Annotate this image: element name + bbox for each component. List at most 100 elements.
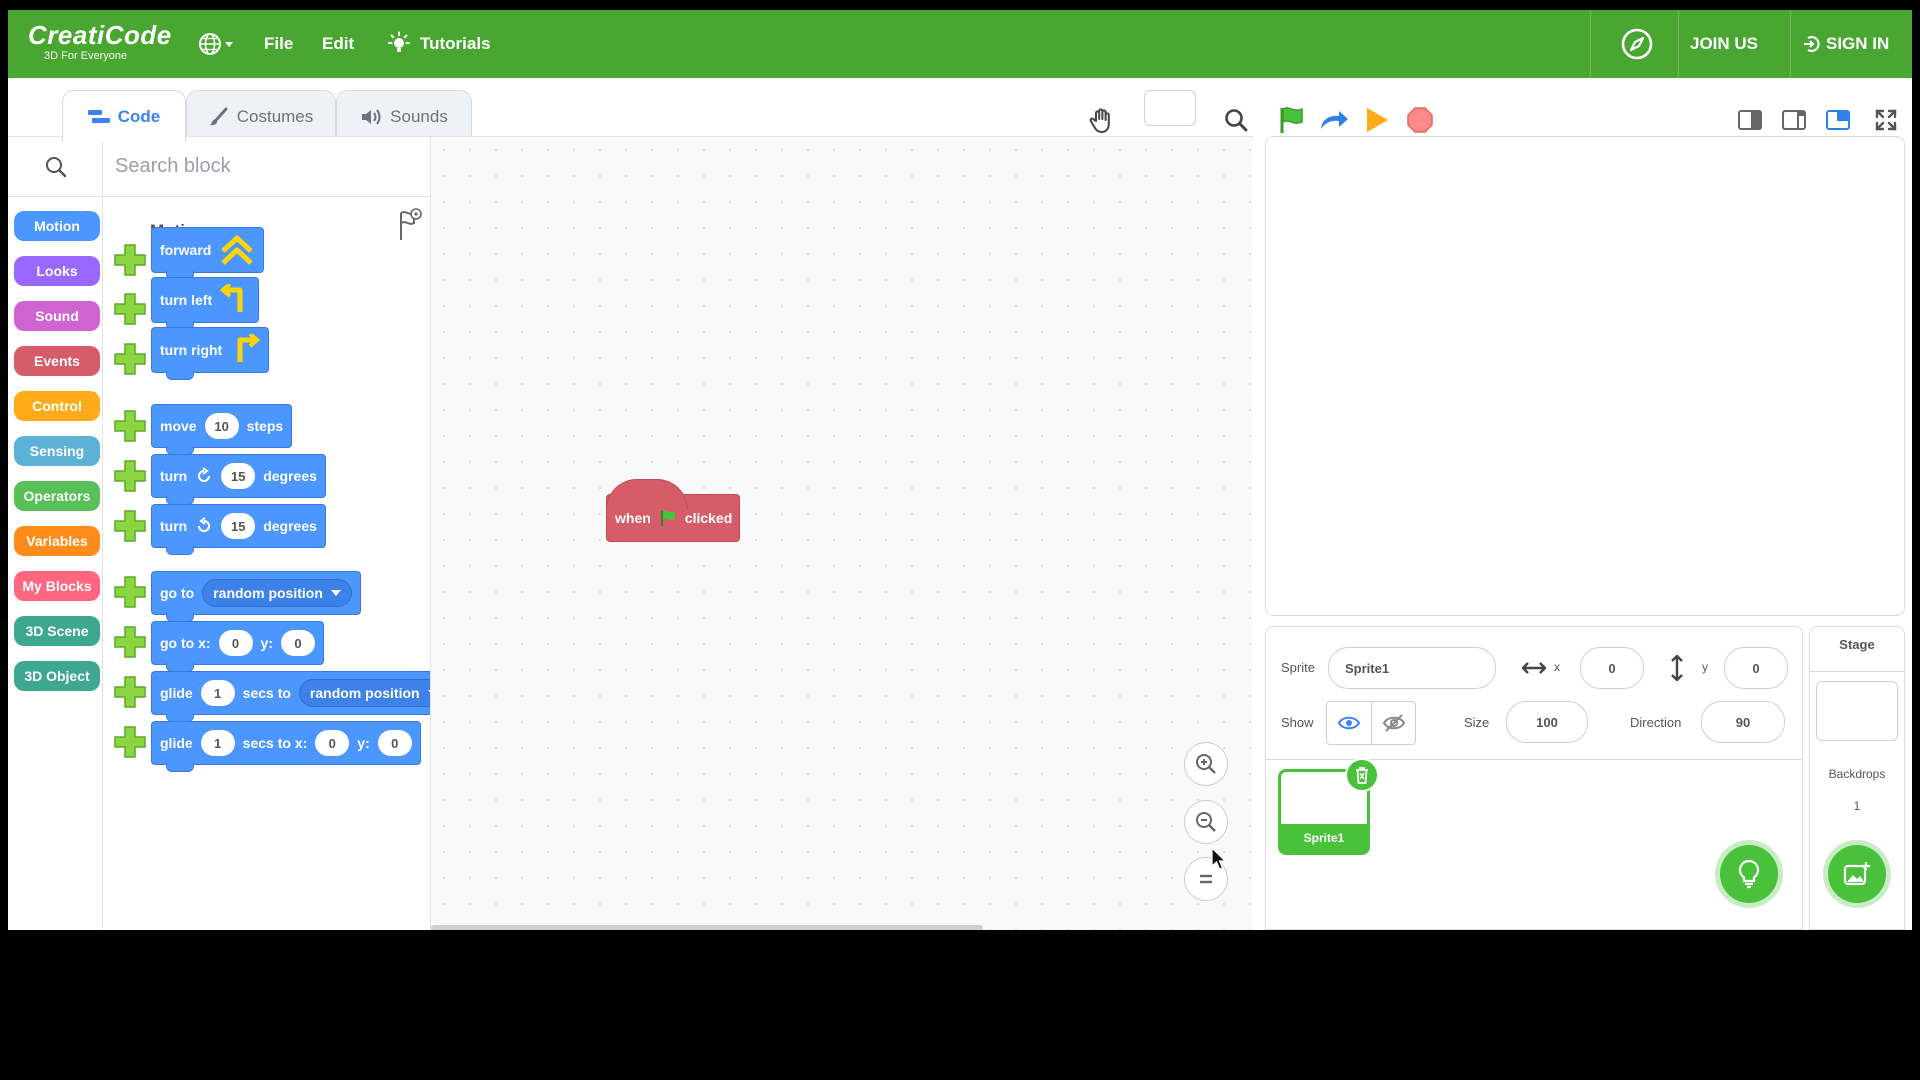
equals-icon — [1200, 874, 1212, 884]
fullscreen-icon — [1875, 109, 1897, 131]
block-search-input[interactable] — [103, 137, 430, 197]
fullscreen-button[interactable] — [1866, 100, 1906, 140]
show-sprite-button[interactable] — [1327, 702, 1372, 744]
block-go-to[interactable]: go to random position — [151, 571, 361, 622]
when-flag-clicked-block[interactable]: when clicked — [606, 479, 740, 542]
large-stage-layout-button[interactable] — [1818, 100, 1858, 140]
tab-costumes[interactable]: Costumes — [186, 90, 336, 142]
zoom-in-button[interactable] — [1184, 742, 1228, 786]
add-block-plus-icon[interactable] — [113, 725, 147, 759]
tab-code[interactable]: Code — [62, 90, 186, 142]
secs-input[interactable]: 1 — [200, 680, 235, 706]
steps-input[interactable]: 10 — [204, 413, 239, 439]
add-block-plus-icon[interactable] — [113, 292, 147, 326]
play-button[interactable] — [1357, 100, 1397, 140]
block-go-to-xy[interactable]: go to x: 0 y: 0 — [151, 621, 324, 672]
add-block-plus-icon[interactable] — [113, 675, 147, 709]
x-position-field[interactable]: 0 — [1580, 647, 1644, 689]
category-3d-scene[interactable]: 3D Scene — [14, 616, 100, 646]
redo-button[interactable] — [1314, 100, 1354, 140]
zoom-out-button[interactable] — [1184, 800, 1228, 844]
add-block-plus-icon[interactable] — [113, 575, 147, 609]
category-motion[interactable]: Motion — [14, 211, 100, 241]
add-block-plus-icon[interactable] — [113, 243, 147, 277]
add-sprite-button[interactable] — [1720, 845, 1778, 903]
category-my-blocks[interactable]: My Blocks — [14, 571, 100, 601]
explore-button[interactable] — [1620, 10, 1654, 78]
add-block-plus-icon[interactable] — [113, 625, 147, 659]
stage-thumbnail[interactable] — [1816, 681, 1898, 741]
add-block-plus-icon[interactable] — [113, 409, 147, 443]
green-flag-button[interactable] — [1272, 100, 1312, 140]
block-move-steps[interactable]: move 10 steps — [151, 404, 293, 455]
logo[interactable]: CreatiCode 3D For Everyone — [28, 22, 172, 62]
x-input[interactable]: 0 — [315, 730, 350, 756]
eye-icon — [1338, 716, 1360, 730]
add-block-plus-icon[interactable] — [113, 509, 147, 543]
dropdown-value: random position — [309, 685, 420, 701]
category-looks[interactable]: Looks — [14, 256, 100, 286]
block-forward[interactable]: forward — [151, 227, 265, 280]
stage-canvas[interactable] — [1265, 136, 1905, 616]
workspace-search-button[interactable] — [1216, 100, 1256, 140]
add-block-plus-icon[interactable] — [113, 342, 147, 376]
y-position-field[interactable]: 0 — [1724, 647, 1788, 689]
block-turn-clockwise[interactable]: turn 15 degrees — [151, 454, 326, 505]
pin-palette-button[interactable] — [393, 207, 423, 248]
add-block-plus-icon[interactable] — [113, 459, 147, 493]
degrees-input[interactable]: 15 — [221, 463, 256, 489]
position-dropdown[interactable]: random position — [202, 579, 352, 607]
script-workspace[interactable]: when clicked — [431, 136, 1253, 930]
turn-left-arrow-icon — [220, 284, 243, 312]
tutorials-menu[interactable]: Tutorials — [386, 10, 491, 78]
block-text: steps — [246, 418, 284, 434]
x-input[interactable]: 0 — [218, 630, 253, 656]
hide-sprite-button[interactable] — [1372, 702, 1416, 744]
file-menu[interactable]: File — [264, 10, 293, 78]
category-operators[interactable]: Operators — [14, 481, 100, 511]
position-dropdown[interactable]: random position — [298, 679, 430, 707]
stop-button[interactable] — [1400, 100, 1440, 140]
add-backdrop-button[interactable] — [1828, 845, 1886, 903]
block-glide-to-xy[interactable]: glide 1 secs to x: 0 y: 0 — [151, 721, 421, 772]
tab-sounds[interactable]: Sounds — [336, 90, 472, 142]
category-control[interactable]: Control — [14, 391, 100, 421]
category-events[interactable]: Events — [14, 346, 100, 376]
workspace-horizontal-scrollbar[interactable] — [431, 925, 983, 930]
pan-button[interactable] — [1082, 100, 1122, 140]
category-variables[interactable]: Variables — [14, 526, 100, 556]
degrees-input[interactable]: 15 — [221, 513, 256, 539]
block-turn-left[interactable]: turn left — [151, 277, 260, 330]
sprite-thumbnail-selected[interactable]: Sprite1 — [1278, 758, 1379, 855]
block-text: degrees — [263, 468, 317, 484]
normal-stage-layout-button[interactable] — [1774, 100, 1814, 140]
zoom-out-icon — [1196, 812, 1216, 832]
category-sound[interactable]: Sound — [14, 301, 100, 331]
top-menu-bar: CreatiCode 3D For Everyone File Edit Tut… — [8, 10, 1912, 78]
tab-sounds-label: Sounds — [390, 106, 448, 126]
block-turn-counterclockwise[interactable]: turn 15 degrees — [151, 504, 326, 555]
block-turn-right[interactable]: turn right — [151, 327, 270, 380]
delete-sprite-button[interactable] — [1345, 758, 1379, 792]
category-sensing[interactable]: Sensing — [14, 436, 100, 466]
palette-search-button[interactable] — [8, 137, 103, 197]
y-input[interactable]: 0 — [281, 630, 315, 656]
stop-icon — [1407, 107, 1433, 133]
category-3d-object[interactable]: 3D Object — [14, 661, 100, 691]
edit-menu[interactable]: Edit — [322, 10, 354, 78]
size-field[interactable]: 100 — [1506, 701, 1588, 743]
selection-box-button[interactable] — [1144, 90, 1196, 126]
secs-input[interactable]: 1 — [200, 730, 235, 756]
backdrops-label: Backdrops — [1828, 767, 1886, 781]
sprite-name-field[interactable]: Sprite1 — [1328, 647, 1496, 689]
sign-in-button[interactable]: SIGN IN — [1802, 10, 1889, 78]
small-stage-layout-button[interactable] — [1730, 100, 1770, 140]
language-menu[interactable] — [198, 10, 234, 78]
block-text: turn — [160, 518, 188, 534]
block-text: y: — [357, 735, 370, 751]
vertical-arrows-icon — [1671, 655, 1683, 681]
y-input[interactable]: 0 — [377, 730, 412, 756]
direction-field[interactable]: 90 — [1701, 701, 1785, 743]
join-us-button[interactable]: JOIN US — [1690, 10, 1758, 78]
block-glide-to[interactable]: glide 1 secs to random position — [151, 671, 430, 722]
